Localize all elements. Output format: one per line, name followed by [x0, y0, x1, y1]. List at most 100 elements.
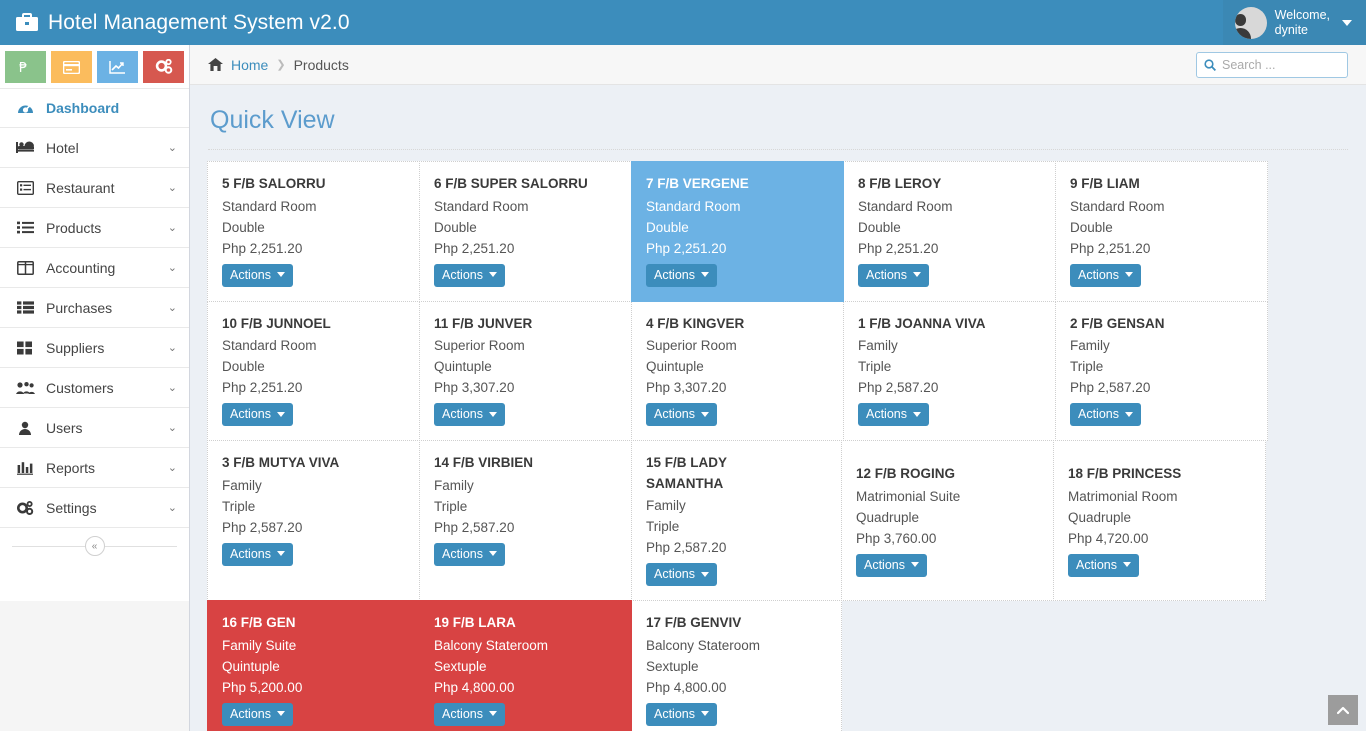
room-price: Php 2,251.20 [858, 240, 939, 256]
user-menu[interactable]: Welcome, dynite [1222, 0, 1366, 45]
sidebar-item-dashboard[interactable]: Dashboard [0, 88, 189, 128]
room-card[interactable]: 6 F/B SUPER SALORRU Standard Room Double… [419, 161, 632, 302]
sidebar-chevron[interactable]: ⌄ [168, 221, 177, 234]
scroll-to-top-button[interactable] [1328, 695, 1358, 725]
room-price: Php 3,307.20 [434, 380, 515, 395]
sidebar-item-label: Dashboard [46, 100, 120, 116]
briefcase-icon [16, 13, 38, 32]
room-card[interactable]: 7 F/B VERGENE Standard Room Double Php 2… [631, 161, 844, 302]
credit-card-icon[interactable] [51, 51, 92, 83]
room-card[interactable]: 14 F/B VIRBIEN Family Triple Php 2,587.2… [419, 440, 632, 601]
room-card[interactable]: 1 F/B JOANNA VIVA Family Triple Php 2,58… [843, 300, 1056, 441]
room-card[interactable]: 2 F/B GENSAN Family Triple Php 2,587.20 … [1055, 300, 1268, 441]
top-header-bar: Hotel Management System v2.0 Welcome, dy… [0, 0, 1366, 45]
caret-down-icon [701, 711, 709, 716]
caret-down-icon [701, 272, 709, 277]
room-card[interactable]: 4 F/B KINGVER Superior Room Quintuple Ph… [631, 300, 844, 441]
room-price: Php 5,200.00 [222, 679, 303, 695]
sidebar-chevron[interactable]: ⌄ [168, 421, 177, 434]
page-title: Quick View [210, 106, 335, 134]
room-name: 3 F/B MUTYA VIVA [222, 455, 340, 470]
sidebar-item-purchases[interactable]: Purchases ⌄ [0, 288, 189, 328]
room-occupancy: Triple [1070, 359, 1104, 374]
actions-button[interactable]: Actions [1068, 553, 1139, 577]
sidebar-item-customers[interactable]: Customers ⌄ [0, 368, 189, 408]
actions-button[interactable]: Actions [222, 263, 293, 287]
breadcrumb-home-link[interactable]: Home [231, 57, 268, 73]
chevron-down-icon[interactable] [1342, 19, 1352, 26]
actions-button[interactable]: Actions [646, 403, 717, 426]
caret-down-icon [277, 411, 285, 417]
sidebar-item-reports[interactable]: Reports ⌄ [0, 448, 189, 488]
room-card[interactable]: 18 F/B PRINCESS Matrimonial Room Quadrup… [1053, 440, 1266, 601]
sidebar-item-products[interactable]: Products ⌄ [0, 208, 189, 248]
actions-button[interactable]: Actions [856, 553, 927, 577]
room-card[interactable]: 15 F/B LADY SAMANTHA Family Triple Php 2… [631, 440, 842, 601]
room-type: Standard Room [1070, 198, 1165, 214]
app-title: Hotel Management System v2.0 [48, 10, 350, 34]
room-type: Balcony Stateroom [434, 637, 549, 653]
room-card[interactable]: 5 F/B SALORRU Standard Room Double Php 2… [207, 161, 420, 302]
actions-button[interactable]: Actions [1070, 263, 1141, 287]
sidebar-chevron[interactable]: ⌄ [168, 501, 177, 514]
room-card[interactable]: 9 F/B LIAM Standard Room Double Php 2,25… [1055, 161, 1268, 302]
room-card[interactable]: 19 F/B LARA Balcony Stateroom Sextuple P… [419, 600, 632, 731]
room-card[interactable]: 10 F/B JUNNOEL Standard Room Double Php … [207, 300, 420, 441]
sidebar-item-label: Products [46, 219, 102, 236]
actions-button[interactable]: Actions [434, 702, 505, 726]
actions-button[interactable]: Actions [646, 263, 717, 287]
sidebar-item-users[interactable]: Users ⌄ [0, 408, 189, 448]
sidebar-chevron[interactable]: ⌄ [168, 461, 177, 474]
actions-button[interactable]: Actions [858, 263, 929, 287]
room-card[interactable]: 16 F/B GEN Family Suite Quintuple Php 5,… [207, 600, 420, 731]
actions-button[interactable]: Actions [222, 542, 293, 566]
sidebar-item-settings[interactable]: Settings ⌄ [0, 488, 189, 528]
sidebar-chevron[interactable]: ⌄ [168, 181, 177, 194]
room-card[interactable]: 3 F/B MUTYA VIVA Family Triple Php 2,587… [207, 440, 420, 601]
sidebar-chevron[interactable]: ⌄ [168, 381, 177, 394]
breadcrumb-bar: Home ❯ Products [190, 45, 1366, 85]
room-price: Php 4,720.00 [1068, 530, 1149, 546]
line-chart-icon[interactable] [97, 51, 138, 83]
room-card[interactable]: 12 F/B ROGING Matrimonial Suite Quadrupl… [841, 440, 1054, 601]
room-card[interactable]: 8 F/B LEROY Standard Room Double Php 2,2… [843, 161, 1056, 302]
sidebar-item-accounting[interactable]: Accounting ⌄ [0, 248, 189, 288]
caret-down-icon [1125, 272, 1133, 277]
actions-label: Actions [442, 407, 483, 421]
actions-button[interactable]: Actions [646, 702, 717, 726]
room-type: Standard Room [858, 198, 953, 214]
sidebar-item-hotel[interactable]: Hotel ⌄ [0, 128, 189, 168]
th-list-icon [14, 301, 36, 314]
actions-label: Actions [864, 557, 905, 572]
gears-icon[interactable] [143, 51, 184, 83]
sidebar-item-suppliers[interactable]: Suppliers ⌄ [0, 328, 189, 368]
sidebar-chevron[interactable]: ⌄ [168, 141, 177, 154]
search-input[interactable] [1222, 58, 1340, 72]
search-box[interactable] [1196, 52, 1348, 78]
actions-button[interactable]: Actions [646, 563, 717, 586]
actions-button[interactable]: Actions [434, 263, 505, 287]
room-price: Php 2,251.20 [646, 240, 727, 256]
actions-button[interactable]: Actions [222, 403, 293, 426]
sidebar-chevron[interactable]: ⌄ [168, 261, 177, 274]
room-card[interactable]: 11 F/B JUNVER Superior Room Quintuple Ph… [419, 300, 632, 441]
actions-button[interactable]: Actions [434, 542, 505, 566]
room-type: Standard Room [434, 198, 529, 214]
actions-button[interactable]: Actions [434, 403, 505, 426]
actions-button[interactable]: Actions [858, 403, 929, 426]
sidebar-chevron[interactable]: ⌄ [168, 301, 177, 314]
actions-button[interactable]: Actions [1070, 403, 1141, 426]
peso-currency-icon[interactable]: ₱ [5, 51, 46, 83]
app-brand[interactable]: Hotel Management System v2.0 [0, 11, 350, 35]
actions-button[interactable]: Actions [222, 702, 293, 726]
sidebar-item-restaurant[interactable]: Restaurant ⌄ [0, 168, 189, 208]
sidebar-chevron[interactable]: ⌄ [168, 341, 177, 354]
welcome-text: Welcome, dynite [1274, 7, 1330, 37]
room-type: Family [222, 477, 262, 493]
room-card[interactable]: 17 F/B GENVIV Balcony Stateroom Sextuple… [631, 600, 842, 731]
sidebar-collapse-button[interactable]: « [84, 536, 105, 556]
room-price: Php 4,800.00 [434, 679, 515, 695]
sidebar-item-label: Hotel [46, 139, 79, 156]
room-occupancy: Double [858, 219, 901, 235]
room-name: 1 F/B JOANNA VIVA [858, 315, 986, 331]
